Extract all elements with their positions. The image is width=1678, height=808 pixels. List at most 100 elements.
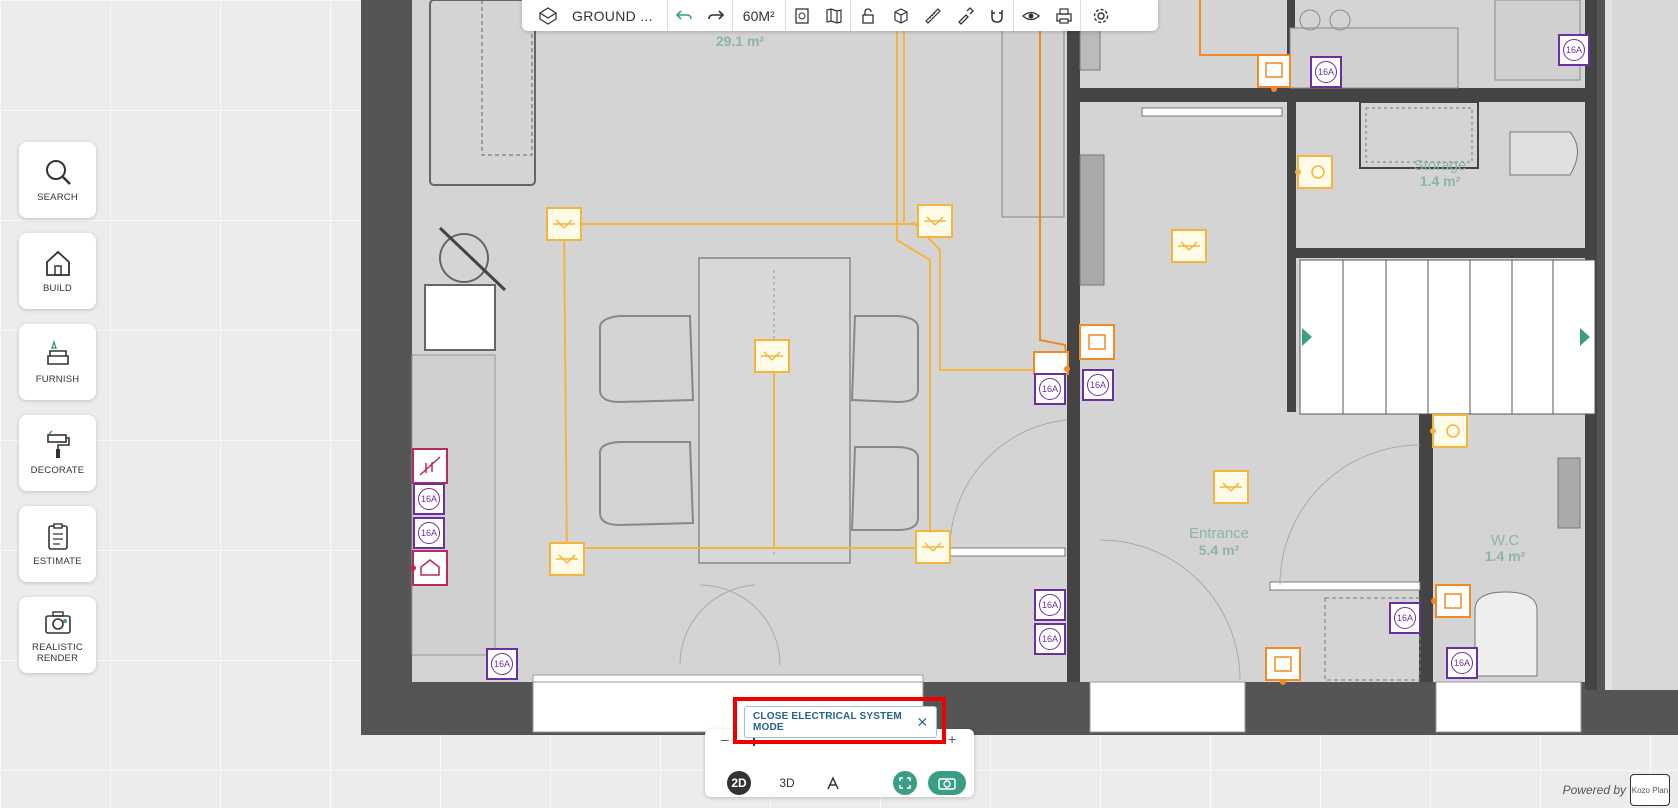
map-button[interactable] xyxy=(818,0,850,31)
printer-icon xyxy=(1056,7,1072,24)
wall-lamp[interactable] xyxy=(1430,414,1468,448)
power-outlet-label: 16A xyxy=(418,522,440,544)
snapshot-button[interactable] xyxy=(928,771,966,795)
power-outlet-16a[interactable]: 16A xyxy=(413,483,445,515)
house-icon xyxy=(45,250,70,276)
decorate-tool-label: DECORATE xyxy=(30,465,85,476)
document-image-icon xyxy=(795,7,809,24)
close-electrical-mode-label: CLOSE ELECTRICAL SYSTEM MODE xyxy=(753,711,902,733)
realistic-render-tool-button[interactable]: REALISTIC RENDER xyxy=(19,597,96,673)
power-outlet-16a[interactable]: 16A xyxy=(486,648,518,680)
floor-plan-canvas[interactable]: 29.1 m² Storage 1.4 m² Entrance 5.4 m² W… xyxy=(0,0,1678,808)
top-toolbar: GROUND ... 60M² xyxy=(522,0,1158,31)
eye-icon xyxy=(1021,11,1040,20)
zoom-slider[interactable] xyxy=(735,741,943,742)
ceiling-light[interactable] xyxy=(917,204,953,238)
close-electrical-mode-button[interactable]: CLOSE ELECTRICAL SYSTEM MODE xyxy=(744,706,937,738)
map-icon xyxy=(826,7,842,24)
close-icon xyxy=(918,717,927,727)
zoom-in-button[interactable]: + xyxy=(948,731,956,747)
ceiling-light[interactable] xyxy=(754,339,790,373)
furnish-tool-label: FURNISH xyxy=(35,374,80,385)
visibility-button[interactable] xyxy=(1014,0,1048,31)
walk-person-icon xyxy=(827,776,839,790)
fit-view-button[interactable] xyxy=(893,771,917,795)
walk-mode-button[interactable] xyxy=(821,771,845,795)
undo-icon xyxy=(675,9,692,20)
light-switch[interactable] xyxy=(1033,351,1069,375)
storage-area: 1.4 m² xyxy=(1420,173,1461,189)
redo-icon xyxy=(707,9,724,20)
kozo-logo: Kozo Plan xyxy=(1630,774,1670,806)
color-picker-button[interactable] xyxy=(949,0,981,31)
power-outlet-label: 16A xyxy=(1563,39,1585,61)
furnish-tool-button[interactable]: FURNISH xyxy=(19,324,96,400)
power-outlet-16a[interactable]: 16A xyxy=(1034,373,1066,405)
ceiling-light[interactable] xyxy=(1213,470,1249,504)
power-outlet-16a[interactable]: 16A xyxy=(1446,647,1478,679)
import-plan-button[interactable] xyxy=(786,0,818,31)
storage-name: Storage xyxy=(1414,157,1467,174)
power-outlet-16a[interactable]: 16A xyxy=(1034,623,1066,655)
build-tool-button[interactable]: BUILD xyxy=(19,233,96,309)
ceiling-light[interactable] xyxy=(1171,229,1207,263)
light-switch[interactable] xyxy=(1265,647,1301,681)
settings-button[interactable] xyxy=(1081,0,1121,31)
build-tool-label: BUILD xyxy=(43,283,72,294)
power-outlet-16a[interactable]: 16A xyxy=(413,517,445,549)
search-icon xyxy=(45,160,71,185)
wc-area: 1.4 m² xyxy=(1485,548,1526,564)
measure-button[interactable] xyxy=(917,0,949,31)
power-outlet-16a[interactable]: 16A xyxy=(1389,602,1421,634)
decorate-tool-button[interactable]: DECORATE xyxy=(19,415,96,491)
estimate-tool-label: ESTIMATE xyxy=(33,556,82,567)
paint-roller-icon xyxy=(46,430,70,458)
level-label[interactable]: GROUND ... xyxy=(572,8,653,24)
search-tool-button[interactable]: SEARCH xyxy=(19,142,96,218)
realistic-render-tool-label: REALISTIC RENDER xyxy=(32,641,83,664)
print-button[interactable] xyxy=(1048,0,1080,31)
power-outlet-label: 16A xyxy=(1039,594,1061,616)
unlock-icon xyxy=(862,7,874,24)
floor-area-label[interactable]: 60M² xyxy=(733,8,785,24)
zoom-out-button[interactable]: – xyxy=(721,731,729,747)
magnet-icon xyxy=(990,9,1003,23)
power-outlet-label: 16A xyxy=(1315,61,1337,83)
ceiling-light[interactable] xyxy=(549,542,585,576)
lock-button[interactable] xyxy=(851,0,885,31)
power-outlet-16a[interactable]: 16A xyxy=(1310,56,1342,88)
estimate-tool-button[interactable]: ESTIMATE xyxy=(19,506,96,582)
power-outlet-16a[interactable]: 16A xyxy=(1082,369,1114,401)
power-outlet-16a[interactable]: 16A xyxy=(1558,34,1590,66)
light-switch[interactable] xyxy=(1435,584,1471,618)
magnet-button[interactable] xyxy=(981,0,1013,31)
power-outlet-label: 16A xyxy=(418,488,440,510)
eyedropper-icon xyxy=(957,6,974,25)
redo-button[interactable] xyxy=(700,0,732,31)
sofa-icon xyxy=(46,339,69,365)
cube-view-button[interactable] xyxy=(885,0,917,31)
wall-lamp[interactable] xyxy=(1295,155,1333,189)
undo-button[interactable] xyxy=(668,0,700,31)
gear-icon xyxy=(1093,8,1108,23)
powered-by: Powered by Kozo Plan xyxy=(1563,774,1670,806)
camera-icon xyxy=(938,778,956,790)
network-socket[interactable] xyxy=(412,550,448,586)
mode-3d-button[interactable]: 3D xyxy=(775,771,799,795)
living-room-area: 29.1 m² xyxy=(716,33,765,49)
cube-icon xyxy=(894,7,908,24)
entrance-name: Entrance xyxy=(1189,525,1249,542)
mode-2d-button[interactable]: 2D xyxy=(727,771,751,795)
power-outlet-label: 16A xyxy=(1394,607,1416,629)
power-outlet-label: 16A xyxy=(491,653,513,675)
power-outlet-16a[interactable]: 16A xyxy=(1034,589,1066,621)
level-selector[interactable] xyxy=(530,0,566,31)
camera-icon xyxy=(44,610,71,634)
ruler-icon xyxy=(924,7,941,24)
ceiling-light[interactable] xyxy=(915,530,951,564)
powered-by-label: Powered by xyxy=(1562,783,1626,797)
search-tool-label: SEARCH xyxy=(37,192,78,203)
light-switch[interactable] xyxy=(1257,54,1291,88)
ceiling-light[interactable] xyxy=(546,207,582,241)
light-switch[interactable] xyxy=(1079,324,1115,360)
